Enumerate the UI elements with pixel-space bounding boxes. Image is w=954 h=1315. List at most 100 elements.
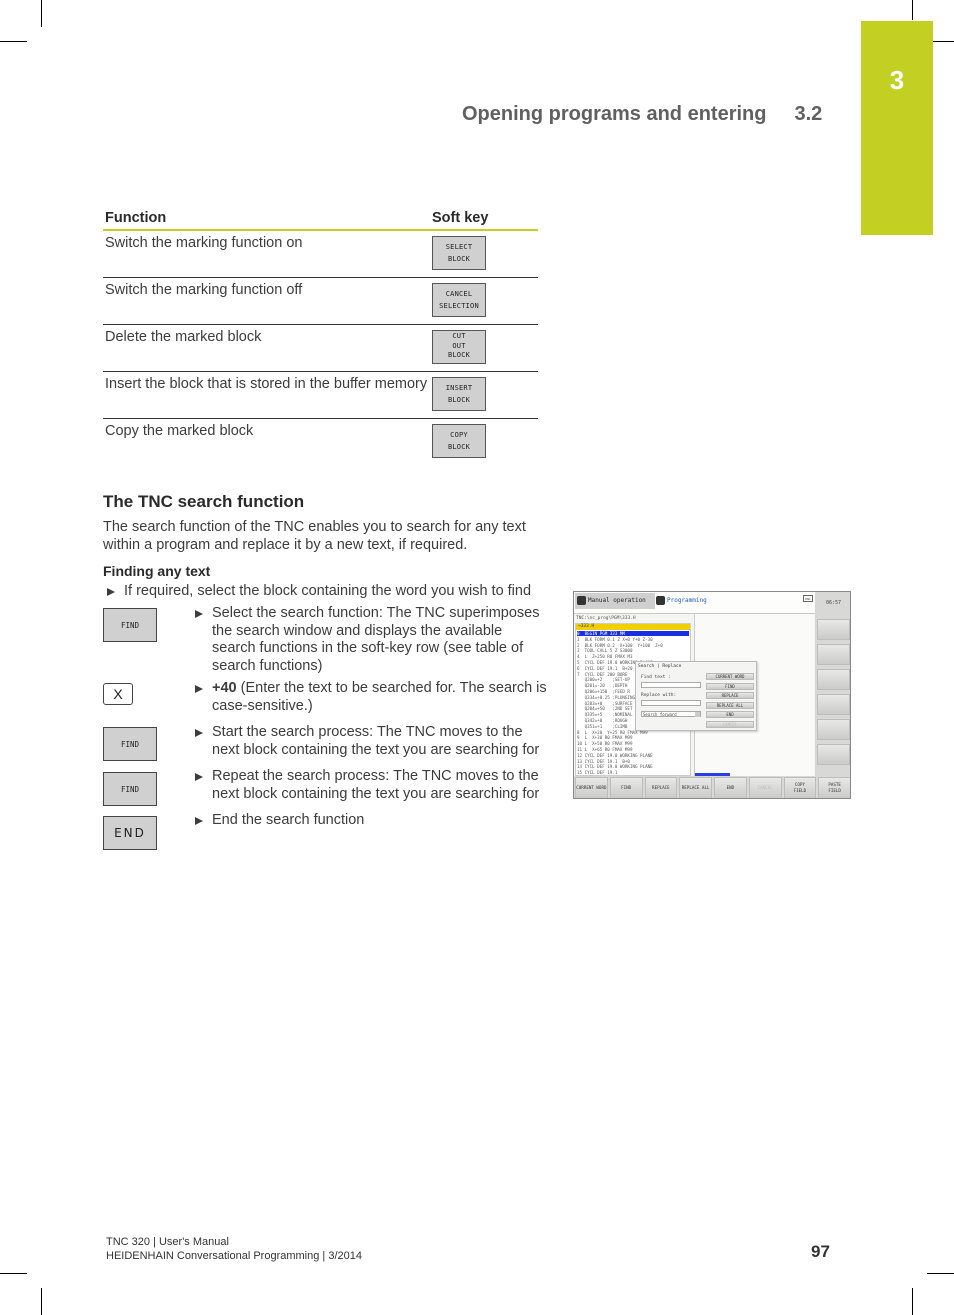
x-key: X bbox=[103, 683, 133, 705]
select-block-softkey: SELECT BLOCK bbox=[432, 236, 486, 270]
copy-block-softkey: COPY BLOCK bbox=[432, 423, 486, 458]
clock: 06:57 bbox=[815, 592, 850, 614]
crop-mark bbox=[933, 41, 954, 42]
search-direction-select: Search forward bbox=[641, 711, 701, 717]
dialog-title: Search | Replace bbox=[638, 664, 682, 669]
step-text: Repeat the search process: The TNC moves… bbox=[212, 768, 540, 802]
column-header-softkey: Soft key bbox=[432, 209, 538, 231]
function-cell: Copy the marked block bbox=[105, 422, 254, 439]
search-term: +40 bbox=[212, 680, 237, 696]
crop-mark bbox=[0, 1273, 27, 1274]
program-line: 12 CYCL DEF 19.0 WORKING PLANE bbox=[577, 752, 653, 758]
dialog-button: CANCEL bbox=[706, 720, 754, 728]
crop-mark bbox=[912, 1288, 913, 1315]
find-key: FIND bbox=[103, 772, 157, 806]
horizontal-softkey: CURRENT WORD bbox=[575, 777, 608, 798]
footer-line-1: TNC 320 | User's Manual bbox=[106, 1236, 229, 1248]
horizontal-softkey: PASTE FIELD bbox=[818, 777, 850, 798]
chapter-tab: 3 bbox=[861, 21, 933, 235]
replace-with-input bbox=[641, 700, 701, 706]
program-line: 9 L X+30 R0 FMAX M99 bbox=[577, 735, 633, 741]
program-line: 11 L X+65 R0 FMAX M99 bbox=[577, 747, 633, 752]
find-key: FIND bbox=[103, 727, 157, 761]
table-header-row: Function Soft key bbox=[103, 209, 538, 231]
dialog-button: END bbox=[706, 711, 754, 718]
find-text-input bbox=[641, 682, 701, 688]
crop-mark bbox=[912, 0, 913, 20]
mode-bar: Manual operation Programming DNC bbox=[574, 592, 815, 614]
horizontal-softkey: CANCEL bbox=[748, 777, 782, 798]
program-line: 4 L Z+250 R0 FMAX M3 bbox=[577, 654, 633, 660]
cut-out-block-softkey: CUT OUT BLOCK bbox=[432, 329, 486, 364]
horizontal-softkey: END bbox=[714, 777, 747, 798]
bullet-arrow-icon bbox=[195, 610, 203, 618]
softkey-table: Function Soft key Switch the marking fun… bbox=[103, 209, 538, 465]
table-row: Delete the marked block CUT OUT BLOCK bbox=[103, 324, 538, 372]
chapter-number: 3 bbox=[889, 65, 905, 95]
programming-mode-icon bbox=[656, 596, 665, 605]
step-text: +40 (Enter the text to be searched for. … bbox=[212, 680, 547, 714]
program-line: 10 L X+50 R0 FMAX M99 bbox=[577, 741, 633, 747]
horizontal-softkey: REPLACE ALL bbox=[679, 777, 712, 798]
vertical-softkey bbox=[817, 619, 850, 640]
pre-step-text: If required, select the block containing… bbox=[124, 583, 532, 599]
horizontal-softkey: COPY FIELD bbox=[783, 777, 817, 798]
manual-mode-icon bbox=[577, 596, 586, 605]
function-cell: Switch the marking function off bbox=[103, 277, 432, 325]
tnc-screenshot: Manual operation Programming DNC 06:57 T… bbox=[573, 591, 851, 799]
replace-with-label: Replace with: bbox=[641, 693, 677, 698]
program-line: 13 CYCL DEF 19.1 B+0 bbox=[577, 758, 630, 764]
section-number: 3.2 bbox=[794, 103, 823, 125]
horizontal-softkey: REPLACE bbox=[644, 777, 678, 798]
running-head: Opening programs and entering 3.2 bbox=[462, 103, 822, 126]
dialog-button: REPLACE bbox=[706, 692, 754, 699]
crop-mark bbox=[41, 0, 42, 27]
function-cell: Insert the block that is stored in the b… bbox=[103, 371, 432, 419]
program-line: 15 CYCL DEF 19.1 bbox=[577, 770, 618, 776]
chevron-down-icon bbox=[695, 712, 700, 717]
program-path: TNC:\nc_prog\PGM\333.H bbox=[576, 616, 636, 621]
crop-mark bbox=[0, 41, 27, 42]
vertical-softkey bbox=[817, 694, 850, 715]
vertical-softkey bbox=[817, 644, 850, 665]
step-text: Start the search process: The TNC moves … bbox=[212, 724, 540, 758]
program-line: 3 TOOL CALL 5 Z S3000 bbox=[577, 648, 633, 654]
vertical-softkey-bar bbox=[815, 614, 850, 776]
search-intro: The search function of the TNC enables y… bbox=[103, 519, 526, 553]
program-line: 1 BLK FORM 0.1 Z X+0 Y+0 Z-30 bbox=[577, 636, 653, 642]
insert-block-softkey: INSERT BLOCK bbox=[432, 376, 486, 411]
horizontal-softkey-bar: CURRENT WORD FIND REPLACE REPLACE ALL END CAN… bbox=[574, 776, 850, 798]
bullet-arrow-icon bbox=[107, 588, 115, 596]
step-text: End the search function bbox=[212, 812, 365, 828]
bullet-arrow-icon bbox=[195, 729, 203, 737]
table-row: Switch the marking function off CANCEL SE… bbox=[103, 277, 538, 325]
column-header-function: Function bbox=[103, 209, 432, 231]
program-filename: →333.H bbox=[576, 624, 690, 630]
footer-line-2: HEIDENHAIN Conversational Programming | … bbox=[106, 1250, 362, 1262]
find-text-label: Find text : bbox=[641, 675, 671, 680]
function-cell: Delete the marked block bbox=[103, 324, 432, 372]
section-title: Opening programs and entering bbox=[462, 103, 767, 125]
mode-manual-operation: Manual operation bbox=[575, 593, 655, 609]
program-line: 2 BLK FORM 0.2 X+100 Y+100 Z+0 bbox=[577, 642, 663, 648]
mode-programming: Programming bbox=[667, 597, 707, 604]
crop-mark bbox=[41, 1288, 42, 1315]
page-number: 97 bbox=[811, 1242, 830, 1261]
dialog-button: FIND bbox=[706, 682, 754, 690]
dialog-button: CURRENT WORD bbox=[706, 673, 754, 680]
bullet-arrow-icon bbox=[195, 773, 203, 781]
cancel-selection-softkey: CANCEL SELECTION bbox=[432, 282, 486, 317]
bullet-arrow-icon bbox=[195, 817, 203, 825]
bullet-arrow-icon bbox=[195, 685, 203, 693]
program-line: 0 BEGIN PGM 333 MM bbox=[577, 631, 689, 636]
vertical-softkey bbox=[817, 669, 850, 690]
dialog-button: REPLACE ALL bbox=[706, 701, 754, 709]
table-row: Copy the marked block COPY BLOCK bbox=[103, 418, 538, 465]
footer: TNC 320 | User's Manual HEIDENHAIN Conve… bbox=[106, 1235, 362, 1263]
search-section-title: The TNC search function bbox=[103, 492, 305, 511]
crop-mark bbox=[927, 1273, 954, 1274]
search-replace-dialog: Search | Replace Find text : Replace wit… bbox=[635, 661, 757, 731]
dnc-icon: DNC bbox=[803, 595, 813, 602]
step-text: Select the search function: The TNC supe… bbox=[212, 605, 540, 674]
vertical-softkey bbox=[817, 744, 850, 765]
